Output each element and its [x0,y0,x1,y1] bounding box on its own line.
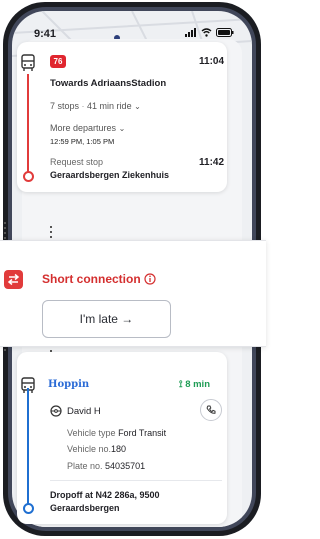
driver-name: David H [67,406,101,417]
short-connection-label: Short connection [42,272,141,286]
more-departures-toggle[interactable]: More departures ⌄ [50,123,125,133]
ride-duration: 41 min ride [87,101,132,111]
vehicle-number: Vehicle no.180 [67,444,126,454]
im-late-button[interactable]: I'm late → [42,300,171,338]
line-badge: 76 [50,55,66,68]
short-connection-banner: Short connection I'm late → [0,240,266,347]
departure-time: 11:04 [199,56,225,67]
phone-icon [206,405,216,414]
direction-label: Towards AdriaansStadion [50,78,167,89]
eta-value: 8 min [185,379,210,390]
stops-toggle[interactable]: 7 stops · 41 min ride ⌄ [50,101,141,111]
route-end-dot [23,503,34,514]
plate-label: Plate no. [67,461,103,471]
plate-value: 54035701 [105,461,146,471]
status-icons [185,28,234,37]
vehicle-type-label: Vehicle type [67,428,116,438]
vehicle-type-value: Ford Transit [118,428,167,438]
chevron-down-icon: ⌄ [134,102,141,111]
dropoff-line-1: Dropoff at N42 286a, 9500 [50,490,160,500]
route-line [27,74,29,172]
bus-icon [21,54,35,71]
stops-count: 7 stops [50,101,80,111]
battery-icon [216,28,234,37]
transit-leg-card[interactable]: 76 11:04 Towards AdriaansStadion 7 stops… [17,42,227,192]
request-stop-label: Request stop [50,157,104,167]
walk-connector-top [50,226,52,241]
more-departures-label: More departures [50,123,117,133]
provider-logo: Hoppin [48,379,90,390]
divider [50,480,222,481]
dropoff-line-2: Geraardsbergen [50,503,120,513]
call-driver-button[interactable] [200,399,222,421]
route-end-dot [23,171,34,182]
plate-number: Plate no. 54035701 [67,461,145,471]
vehicle-no-label: Vehicle no. [67,444,112,454]
info-icon[interactable] [144,273,156,285]
route-line [27,388,29,504]
wifi-icon [201,28,212,37]
arrival-stop: Geraardsbergen Ziekenhuis [50,170,170,180]
more-departures-times: 12:59 PM, 1:05 PM [50,137,115,146]
chevron-down-icon: ⌄ [118,124,126,133]
transfer-icon [4,270,23,289]
vehicle-type: Vehicle type Ford Transit [67,428,166,438]
steering-wheel-icon [50,405,62,417]
eta-indicator: ⟟ 8 min [179,379,210,390]
arrival-time: 11:42 [199,157,225,168]
vehicle-no-value: 180 [111,444,127,454]
signal-icon [185,28,196,37]
on-demand-leg-card[interactable]: Hoppin ⟟ 8 min David H Vehicle type Ford… [17,352,227,524]
